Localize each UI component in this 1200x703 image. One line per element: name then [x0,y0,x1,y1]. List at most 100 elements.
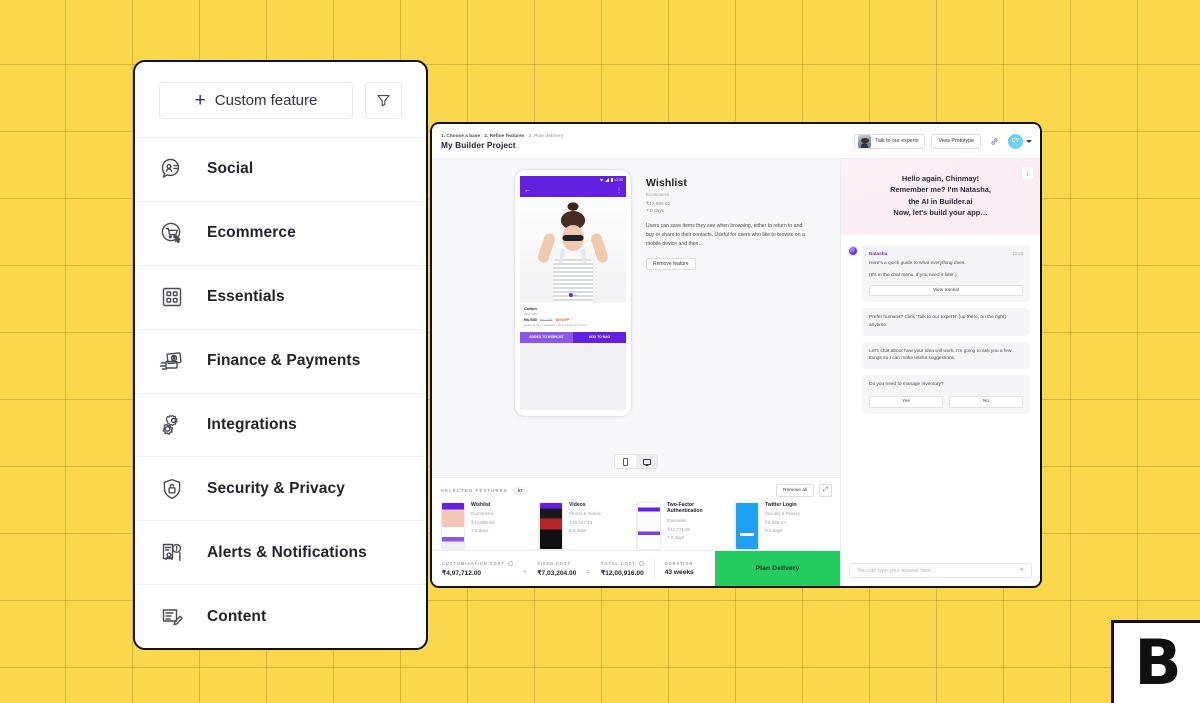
chat-messages[interactable]: Natasha 13:55 Here's a quick guide to wh… [841,235,1040,557]
feature-category: Photos & Videos [569,511,601,517]
expert-avatar [858,134,872,148]
list-item[interactable]: Videos Photos & Videos ₹16,247.13 6.0 da… [539,502,637,550]
sidebar-item-label: Ecommerce [207,224,296,242]
feature-description: Users can save items they see when brows… [646,223,805,247]
photo-pagination-dots: ••• [568,293,577,297]
custom-feature-label: Custom feature [214,92,318,109]
filter-funnel-icon[interactable] [365,82,402,119]
message-bubble: Prefer humans? Click 'Talk to our expert… [862,308,1030,336]
feature-price: ₹12,771.81 [667,526,691,532]
feature-days: 6.0 days [569,528,587,534]
sidebar-item-security-privacy[interactable]: Security & Privacy [135,456,426,520]
list-item[interactable]: Two-Factor Authentication Essentials ₹12… [637,502,735,550]
add-custom-feature-button[interactable]: + Custom feature [159,82,353,119]
selected-features-actions: Remove all ⤢ [776,484,832,497]
product-price-original: Rs.1,699 [539,317,553,322]
document-pencil-icon [159,604,185,630]
device-segmented-control [614,454,658,469]
feature-price: ₹12,686.62 [646,202,671,207]
app-header: 1. Choose a base 2. Refine features 3. P… [432,124,1040,159]
sidebar-item-essentials[interactable]: Essentials [135,264,426,329]
phone-app-bar: ← ⋮ [520,184,626,197]
feature-meta: Videos Photos & Videos ₹16,247.13 6.0 da… [569,502,601,550]
sidebar-item-label: Content [207,607,267,625]
duration-label: DURATION [664,561,694,566]
left-pane: 12:30 ← ⋮ ••• Cotton White Skirt Rs.540 … [432,159,840,586]
send-paper-plane-icon[interactable]: ➤ [1019,567,1024,573]
back-arrow-icon[interactable]: ← [524,187,531,194]
remove-all-button[interactable]: Remove all [776,484,814,497]
expand-arrows-icon[interactable]: ⤢ [819,484,832,497]
desktop-device-icon[interactable] [636,455,657,468]
preview-area: 12:30 ← ⋮ ••• Cotton White Skirt Rs.540 … [432,159,840,448]
feature-days: 7.0 days [471,528,489,534]
breadcrumb-step-2[interactable]: 2. Refine features [484,133,524,138]
feature-thumbnail [441,502,465,550]
feature-thumbnail [539,502,563,550]
sidebar-item-content[interactable]: Content [135,584,426,648]
phone-status-bar: 12:30 [520,176,626,184]
chat-hero-line-1: Hello again, Chinmay! [901,174,980,183]
sidebar-item-label: Finance & Payments [207,352,361,370]
list-item[interactable]: Twitter Login Security & Privacy ₹6,945.… [735,502,832,550]
feature-price: ₹16,247.13 [569,520,593,526]
sidebar-item-label: Alerts & Notifications [207,543,367,561]
breadcrumb-step-3[interactable]: 3. Plan delivery [529,133,564,138]
plan-delivery-button[interactable]: Plan Delivery [715,551,840,586]
total-cost-value: ₹12,00,916.00 [601,569,644,577]
remove-feature-button[interactable]: Remove feature [646,257,696,270]
sidebar-item-integrations[interactable]: Integrations [135,392,426,457]
sidebar-item-ecommerce[interactable]: Ecommerce [135,200,426,265]
equals-operator: = [586,567,592,576]
message-text: Prefer humans? Click 'Talk to our expert… [869,315,1007,328]
yes-no-choices: Yes No [869,395,1023,408]
signal-icon [605,178,609,182]
info-icon[interactable] [638,560,644,566]
feature-thumbnail [637,502,661,550]
add-to-bag-button[interactable]: ADD TO BAG [573,331,626,343]
sidebar-item-alerts-notifications[interactable]: Alerts & Notifications [135,520,426,584]
answer-no-button[interactable]: No [949,395,1023,408]
cost-items: CUSTOMISATION COST ₹4,97,712.00 + FIXED … [432,551,715,586]
answer-yes-button[interactable]: Yes [869,395,943,408]
info-icon[interactable] [507,560,513,566]
feature-detail: Wishlist Ecommerce ₹12,686.62 7.0 days U… [632,169,832,448]
message-sender: Natasha [869,250,888,256]
feature-meta: Wishlist Ecommerce ₹12,686.62 7.0 days [471,502,494,550]
breadcrumb-step-1[interactable]: 1. Choose a base [441,133,480,138]
sidebar-item-finance-payments[interactable]: Finance & Payments [135,328,426,393]
shopping-cart-cursor-icon [159,220,185,246]
chat-message: Natasha 13:55 Here's a quick guide to wh… [849,244,1030,303]
feature-name: Two-Factor Authentication [667,502,703,515]
feature-meta: Two-Factor Authentication Essentials ₹12… [667,502,726,550]
talk-to-experts-button[interactable]: Talk to our experts [854,133,926,149]
sidebar-item-social[interactable]: Social [135,137,426,201]
gears-icon [159,412,185,438]
link-chain-icon[interactable] [987,134,1002,149]
mobile-device-icon[interactable] [615,455,636,468]
list-item[interactable]: Wishlist Ecommerce ₹12,686.62 7.0 days [441,502,539,550]
view-tutorial-button[interactable]: View tutorial [869,285,1023,297]
feature-duration: 7.0 days [646,209,665,214]
chat-panel: ⋮ Hello again, Chinmay! Remember me? I'm… [840,159,1040,586]
feature-name: Videos [569,502,586,508]
kebab-menu-icon[interactable]: ⋮ [616,188,622,194]
chat-hero-line-4: Now, let's build your app… [893,208,988,218]
selected-features-section: SELECTED FEATURES 67 Remove all ⤢ Wishli… [432,477,840,550]
chat-input[interactable]: You can type your answer here… ➤ [849,563,1032,578]
added-to-wishlist-button[interactable]: ADDED TO WISHLIST [520,331,573,343]
message-bubble: Let's chat about how your idea will work… [862,341,1030,369]
customisation-cost: CUSTOMISATION COST ₹4,97,712.00 [442,560,513,577]
total-cost: TOTAL COST ₹12,00,916.00 [601,560,644,577]
user-avatar-menu[interactable]: CY [1008,133,1032,149]
view-prototype-button[interactable]: View Prototype [931,133,981,149]
duration: DURATION 43 weeks [665,561,694,576]
chat-menu-kebab-icon[interactable]: ⋮ [1022,167,1033,179]
plus-icon: + [194,90,206,111]
phone-footer-space [520,342,626,410]
chat-message: Do you need to manage inventory? Yes No [862,374,1030,414]
phone-screen: 12:30 ← ⋮ ••• Cotton White Skirt Rs.540 … [520,176,626,410]
shield-lock-icon [159,476,185,502]
builder-app-window: 1. Choose a base 2. Refine features 3. P… [430,122,1042,588]
selected-features-heading: SELECTED FEATURES [441,488,508,493]
